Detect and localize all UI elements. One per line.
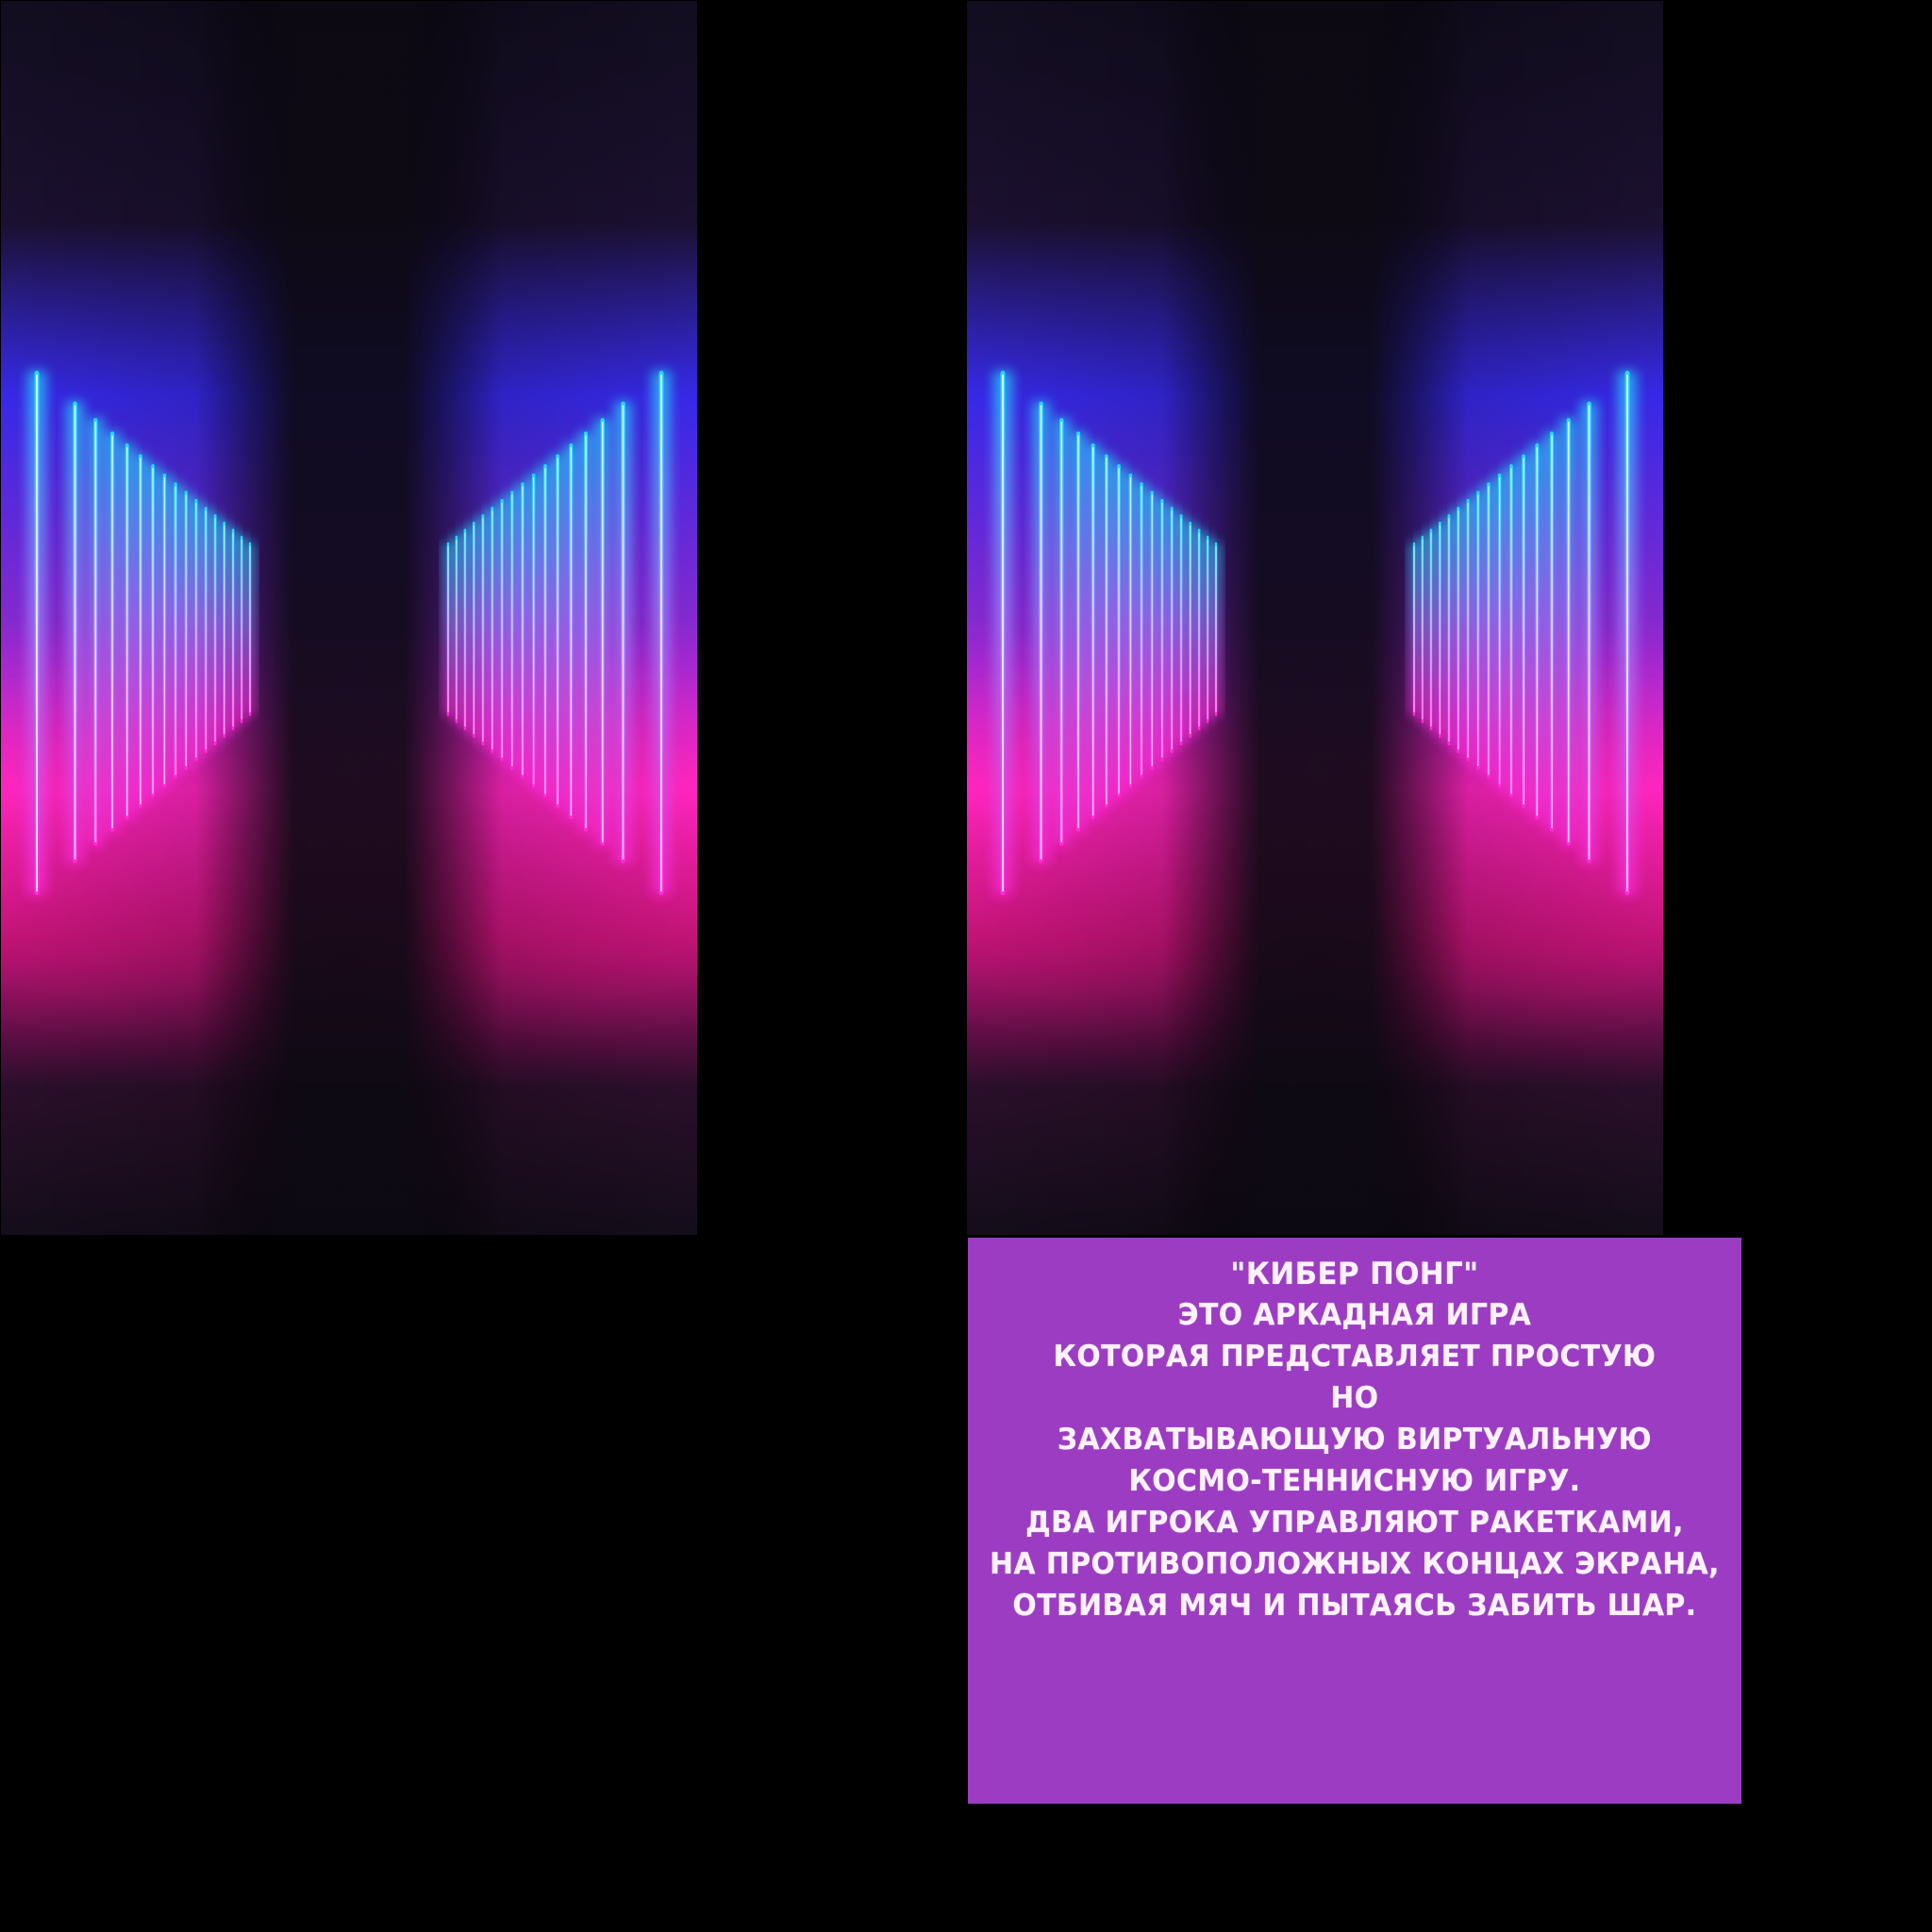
description-line: КОТОРАЯ ПРЕДСТАВЛЯЕТ ПРОСТУЮ: [1053, 1340, 1657, 1374]
game-description-panel: "КИБЕР ПОНГ" ЭТО АРКАДНАЯ ИГРА КОТОРАЯ П…: [968, 1238, 1741, 1804]
description-line: КОСМО-ТЕННИСНУЮ ИГРУ.: [1128, 1464, 1581, 1498]
description-line: НО: [1330, 1381, 1379, 1415]
description-line: НА ПРОТИВОПОЛОЖНЫХ КОНЦАХ ЭКРАНА,: [990, 1547, 1720, 1581]
description-line: ЗАХВАТЫВАЮЩУЮ ВИРТУАЛЬНУЮ: [1057, 1423, 1653, 1457]
neon-corridor-art: [1, 1, 697, 1235]
sprite-sheet: "КИБЕР ПОНГ" ЭТО АРКАДНАЯ ИГРА КОТОРАЯ П…: [0, 0, 1932, 1932]
neon-corridor-background-2: [967, 1, 1663, 1235]
neon-corridor-art: [967, 1, 1663, 1235]
game-title: "КИБЕР ПОНГ": [1230, 1256, 1479, 1291]
description-line: ОТБИВАЯ МЯЧ И ПЫТАЯСЬ ЗАБИТЬ ШАР.: [1012, 1589, 1697, 1623]
neon-corridor-background-1: [1, 1, 697, 1235]
description-line: ДВА ИГРОКА УПРАВЛЯЮТ РАКЕТКАМИ,: [1025, 1506, 1684, 1540]
description-line: ЭТО АРКАДНАЯ ИГРА: [1177, 1298, 1532, 1332]
